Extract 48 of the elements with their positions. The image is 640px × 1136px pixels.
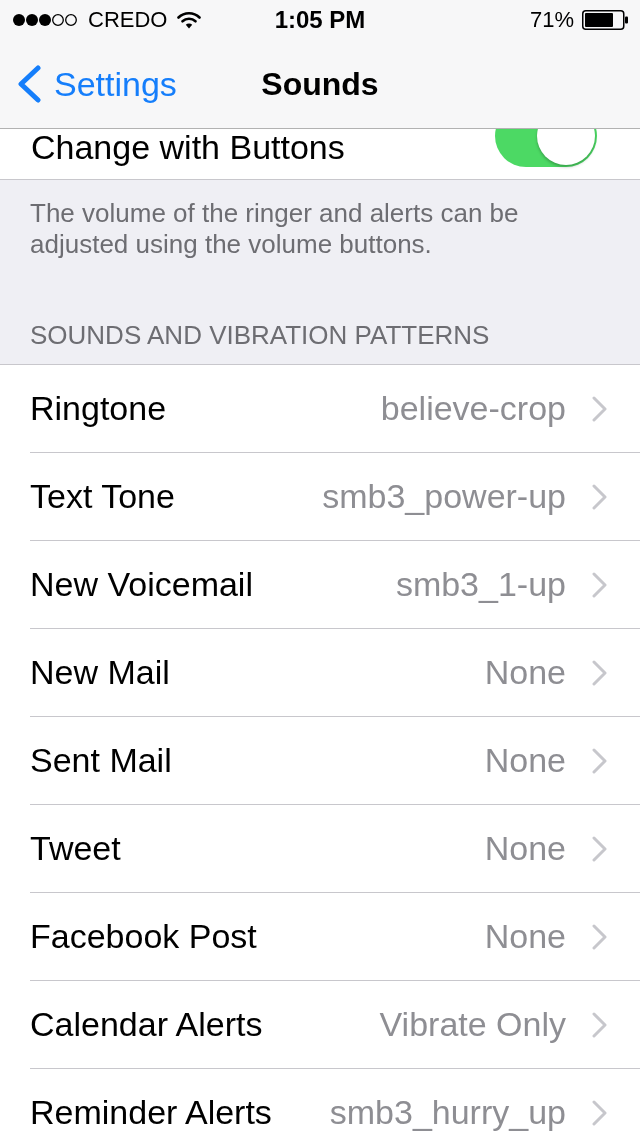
row-value: None xyxy=(484,653,566,692)
status-time: 1:05 PM xyxy=(274,6,366,34)
settings-row[interactable]: New Voicemail smb3_1-up xyxy=(30,541,640,629)
chevron-right-icon xyxy=(592,1099,608,1126)
settings-row[interactable]: Sent Mail None xyxy=(30,717,640,805)
chevron-left-icon xyxy=(16,65,42,103)
chevron-right-icon xyxy=(592,1011,608,1038)
settings-row[interactable]: Text Tone smb3_power-up xyxy=(30,453,640,541)
section-header: SOUNDS AND VIBRATION PATTERNS xyxy=(29,319,491,352)
row-label: Calendar Alerts xyxy=(30,1005,263,1044)
wifi-icon xyxy=(177,11,202,29)
row-value: believe-crop xyxy=(380,389,566,428)
chevron-right-icon xyxy=(592,483,608,510)
signal-strength-icon xyxy=(12,13,78,27)
row-value: smb3_1-up xyxy=(395,565,566,604)
chevron-right-icon xyxy=(592,835,608,862)
chevron-right-icon xyxy=(592,395,608,422)
settings-row[interactable]: Calendar Alerts Vibrate Only xyxy=(30,981,640,1069)
row-value: None xyxy=(484,917,566,956)
row-label: Text Tone xyxy=(30,477,175,516)
footer-note: The volume of the ringer and alerts can be adjusted using the volume buttons. xyxy=(29,197,520,260)
settings-row[interactable]: New Mail None xyxy=(30,629,640,717)
screen-title: Sounds xyxy=(261,65,379,103)
chevron-right-icon xyxy=(592,571,608,598)
chevron-right-icon xyxy=(592,923,608,950)
settings-row[interactable]: Facebook Post None xyxy=(30,893,640,981)
back-button[interactable]: Settings xyxy=(0,64,177,104)
row-label: Change with Buttons xyxy=(31,130,345,164)
row-label: Sent Mail xyxy=(30,741,172,780)
battery-percentage: 71% xyxy=(529,7,574,33)
carrier-name: CREDO xyxy=(88,7,168,33)
row-label: New Voicemail xyxy=(30,565,253,604)
row-value: smb3_power-up xyxy=(322,477,566,516)
row-value: Vibrate Only xyxy=(379,1005,566,1044)
settings-row[interactable]: Ringtone believe-crop xyxy=(30,365,640,453)
settings-row[interactable]: Tweet None xyxy=(30,805,640,893)
row-value: smb3_hurry_up xyxy=(329,1093,566,1132)
chevron-right-icon xyxy=(592,747,608,774)
row-value: None xyxy=(484,829,566,868)
settings-row[interactable]: Reminder Alerts smb3_hurry_up xyxy=(30,1069,640,1136)
row-label: Facebook Post xyxy=(30,917,257,956)
row-label: New Mail xyxy=(30,653,170,692)
row-label: Ringtone xyxy=(30,389,167,428)
chevron-right-icon xyxy=(592,659,608,686)
battery-icon xyxy=(582,10,628,30)
row-label: Tweet xyxy=(30,829,121,868)
row-label: Reminder Alerts xyxy=(30,1093,272,1132)
row-value: None xyxy=(484,741,566,780)
